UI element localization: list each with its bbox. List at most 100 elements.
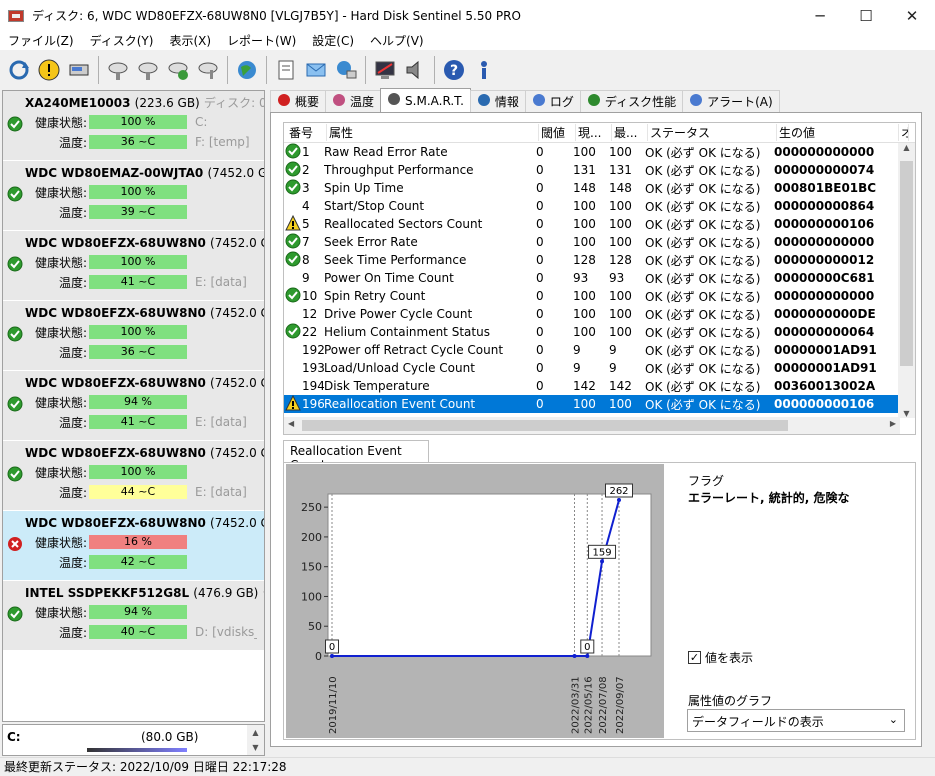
smart-row[interactable]: 4 Start/Stop Count 0 100 100 OK (必ず OK になる) 00… xyxy=(284,197,915,215)
attr-name: Seek Time Performance xyxy=(324,253,467,267)
disk-item[interactable]: XA240ME10003 (223.6 GB) ディスク: 0 健康状態: 100 … xyxy=(3,91,264,161)
menu-file[interactable]: ファイル(Z) xyxy=(0,32,82,49)
tab-info[interactable]: 情報 xyxy=(469,90,526,112)
disk-repair-icon[interactable] xyxy=(195,57,221,83)
tab-label: 温度 xyxy=(350,95,375,109)
attr-current: 100 xyxy=(573,235,596,249)
attr-status: OK (必ず OK になる) xyxy=(645,343,761,358)
minimize-button[interactable]: ─ xyxy=(797,0,843,31)
header-raw-value[interactable]: 生の値 xyxy=(777,124,899,141)
smart-row[interactable]: 5 Reallocated Sectors Count 0 100 100 OK (必ず … xyxy=(284,214,915,233)
smart-row[interactable]: 3 Spin Up Time 0 148 148 OK (必ず OK になる) 000801… xyxy=(284,179,915,197)
attr-number: 7 xyxy=(302,235,310,249)
disk-item[interactable]: WDC WD80EFZX-68UW8N0 (7452.0 GB) ディスク: 2… xyxy=(3,231,264,301)
attribute-chart: 0 50 100 150 200 250 2019/11/10 2022/03/31 2022/… xyxy=(286,464,664,738)
tab-performance[interactable]: ディスク性能 xyxy=(579,90,684,112)
smart-row[interactable]: 194 Disk Temperature 0 142 142 OK (必ず OK になる)… xyxy=(284,377,915,395)
menu-settings[interactable]: 設定(C) xyxy=(304,32,362,49)
smart-row[interactable]: 196 Reallocation Event Count 0 100 100 OK (必ず… xyxy=(284,394,915,413)
smart-row[interactable]: 8 Seek Time Performance 0 128 128 OK (必ず OK に… xyxy=(284,251,915,269)
report-icon[interactable] xyxy=(273,57,299,83)
header-number[interactable]: 番号 xyxy=(287,124,327,141)
attr-raw-value: 000000000012 xyxy=(774,253,875,267)
x-tick-label: 2022/05/16 xyxy=(583,676,594,734)
disk-item[interactable]: WDC WD80EFZX-68UW8N0 (7452.0 GB) ディスク: 6… xyxy=(3,511,264,581)
alert-scan-icon[interactable] xyxy=(36,57,62,83)
hscroll-thumb[interactable] xyxy=(302,420,788,431)
disk-verify-icon[interactable] xyxy=(165,57,191,83)
volume-scrollbar[interactable]: ▲ ▼ xyxy=(247,725,264,755)
horizontal-scrollbar[interactable]: ◀ ▶ xyxy=(284,417,900,434)
network-icon[interactable] xyxy=(333,57,359,83)
maximize-button[interactable]: ☐ xyxy=(843,0,889,31)
scroll-left-icon[interactable]: ◀ xyxy=(288,419,294,428)
header-threshold[interactable]: 閾値 xyxy=(539,124,576,141)
smart-row[interactable]: 193 Load/Unload Cycle Count 0 9 9 OK (必ず OK に… xyxy=(284,359,915,377)
refresh-icon[interactable] xyxy=(6,57,32,83)
attr-current: 131 xyxy=(573,163,596,177)
smart-row[interactable]: 7 Seek Error Rate 0 100 100 OK (必ず OK になる) 000… xyxy=(284,233,915,251)
tab-label: S.M.A.R.T. xyxy=(405,93,464,108)
web-update-icon[interactable] xyxy=(234,57,260,83)
scroll-right-icon[interactable]: ▶ xyxy=(890,419,896,428)
menu-disk[interactable]: ディスク(Y) xyxy=(82,32,162,49)
tab-temperature[interactable]: 温度 xyxy=(325,90,382,112)
disk-item[interactable]: INTEL SSDPEKKF512G8L (476.9 GB) ディスク: 7 健… xyxy=(3,581,264,651)
send-report-icon[interactable] xyxy=(303,57,329,83)
smart-row[interactable]: 22 Helium Containment Status 0 100 100 OK (必ず… xyxy=(284,323,915,341)
attr-current: 128 xyxy=(573,253,596,267)
header-current[interactable]: 現... xyxy=(576,124,612,141)
menu-report[interactable]: レポート(W) xyxy=(219,32,304,49)
graph-select[interactable]: データフィールドの表示 ⌄ xyxy=(687,709,905,732)
monitor-icon[interactable] xyxy=(372,57,398,83)
disk-test-icon[interactable] xyxy=(105,57,131,83)
y-tick-label: 250 xyxy=(301,501,322,514)
header-status[interactable]: ステータス xyxy=(648,124,777,141)
smart-row[interactable]: 192 Power off Retract Cycle Count 0 9 9 OK (必… xyxy=(284,341,915,359)
attribute-tab[interactable]: Reallocation Event Count xyxy=(283,440,429,472)
scroll-thumb[interactable] xyxy=(900,161,913,366)
disk-item[interactable]: WDC WD80EFZX-68UW8N0 (7452.0 GB) ディスク: 4… xyxy=(3,371,264,441)
help-icon[interactable]: ? xyxy=(441,57,467,83)
menu-view[interactable]: 表示(X) xyxy=(161,32,219,49)
app-icon xyxy=(8,9,24,22)
disk-test-2-icon[interactable] xyxy=(135,57,161,83)
show-values-checkbox[interactable]: ✓ 値を表示 xyxy=(688,649,753,666)
disk-item[interactable]: WDC WD80EFZX-68UW8N0 (7452.0 GB) ディスク: 5… xyxy=(3,441,264,511)
smart-row[interactable]: 1 Raw Read Error Rate 0 100 100 OK (必ず OK になる… xyxy=(284,143,915,161)
disk-name: WDC WD80EFZX-68UW8N0 (7452.0 GB) ディスク: 2 xyxy=(25,236,264,250)
menu-help[interactable]: ヘルプ(V) xyxy=(362,32,432,49)
checkbox-box[interactable]: ✓ xyxy=(688,651,701,664)
smart-row[interactable]: 9 Power On Time Count 0 93 93 OK (必ず OK になる) 0… xyxy=(284,269,915,287)
about-icon[interactable] xyxy=(471,57,497,83)
attr-worst: 100 xyxy=(609,289,632,303)
disk-item[interactable]: WDC WD80EFZX-68UW8N0 (7452.0 GB) ディスク: 3… xyxy=(3,301,264,371)
tab-label: 概要 xyxy=(295,95,320,109)
ok-icon xyxy=(285,251,301,270)
disk-details-icon[interactable] xyxy=(66,57,92,83)
tab-overview[interactable]: 概要 xyxy=(270,90,327,112)
scroll-up-icon[interactable]: ▲ xyxy=(898,143,915,152)
attr-raw-value: 00000000C681 xyxy=(774,271,875,285)
attr-name: Drive Power Cycle Count xyxy=(324,307,473,321)
toolbar: ? xyxy=(0,52,935,88)
attr-status: OK (必ず OK になる) xyxy=(645,145,761,160)
smart-row[interactable]: 10 Spin Retry Count 0 100 100 OK (必ず OK になる) 0… xyxy=(284,287,915,305)
smart-row[interactable]: 12 Drive Power Cycle Count 0 100 100 OK (必ず O… xyxy=(284,305,915,323)
close-button[interactable]: ✕ xyxy=(889,0,935,31)
sound-icon[interactable] xyxy=(402,57,428,83)
scroll-down-icon[interactable]: ▼ xyxy=(898,409,915,418)
data-label: 0 xyxy=(584,642,590,653)
tab-log[interactable]: ログ xyxy=(524,90,581,112)
header-attribute[interactable]: 属性 xyxy=(327,124,539,141)
header-worst[interactable]: 最... xyxy=(612,124,648,141)
attr-number: 22 xyxy=(302,325,318,339)
data-label: 0 xyxy=(329,642,335,653)
header-extra[interactable]: オ xyxy=(899,124,909,141)
tab-smart[interactable]: S.M.A.R.T. xyxy=(380,88,471,112)
smart-row[interactable]: 2 Throughput Performance 0 131 131 OK (必ず OK … xyxy=(284,161,915,179)
attr-threshold: 0 xyxy=(536,199,544,213)
vertical-scrollbar[interactable]: ▲ ▼ xyxy=(898,143,915,418)
disk-item[interactable]: WDC WD80EMAZ-00WJTA0 (7452.0 GB) ディスク: 1… xyxy=(3,161,264,231)
tab-alert[interactable]: アラート(A) xyxy=(682,90,780,112)
